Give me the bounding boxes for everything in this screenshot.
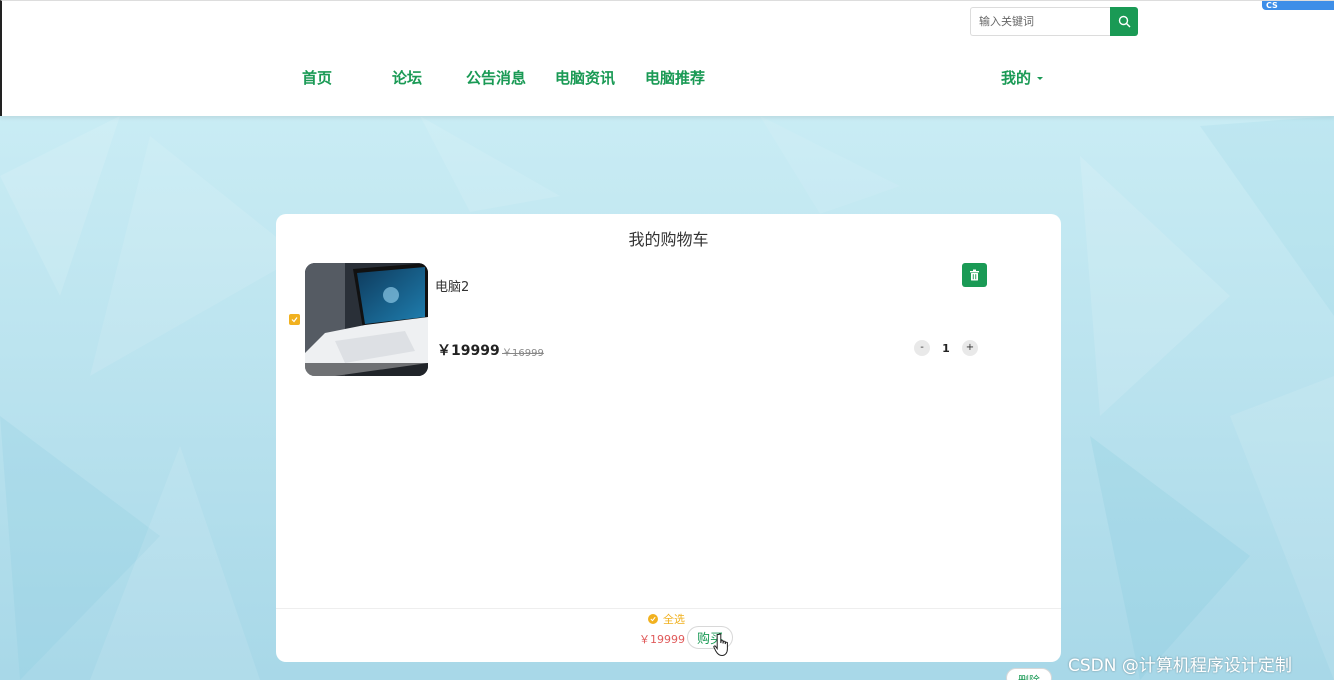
- nav-item-computer-recommend[interactable]: 电脑推荐: [645, 67, 705, 88]
- product-original-price: ￥16999: [502, 348, 544, 359]
- hand-cursor-icon: [713, 633, 728, 657]
- decrement-button[interactable]: -: [914, 340, 930, 356]
- chevron-down-icon: [1037, 77, 1044, 80]
- nav-item-home[interactable]: 首页: [302, 67, 332, 88]
- select-all-label: 全选: [663, 613, 685, 626]
- item-checkbox[interactable]: [289, 314, 300, 325]
- select-all-checkbox[interactable]: 全选: [648, 611, 685, 627]
- corner-badge[interactable]: CS: [1262, 1, 1334, 10]
- shopping-cart-panel: 我的购物车 电脑2 ￥19999 ￥16999 - 1 + 全选 ￥19999 …: [276, 214, 1061, 662]
- csdn-watermark: CSDN @计算机程序设计定制: [1068, 656, 1292, 676]
- search-icon: [1118, 15, 1130, 28]
- nav-item-forum[interactable]: 论坛: [392, 67, 422, 88]
- user-menu[interactable]: 我的: [1001, 67, 1044, 88]
- cart-footer-divider: [276, 608, 1061, 609]
- search-button[interactable]: [1110, 7, 1138, 36]
- check-icon: [291, 317, 298, 323]
- nav-item-computer-news[interactable]: 电脑资讯: [555, 67, 615, 88]
- delete-selected-button[interactable]: 删除: [1006, 668, 1052, 680]
- quantity-value[interactable]: 1: [930, 342, 962, 355]
- trash-icon: [970, 269, 979, 281]
- cart-title: 我的购物车: [628, 230, 709, 249]
- product-thumbnail[interactable]: [305, 263, 428, 376]
- main-nav: 首页 论坛 公告消息 电脑资讯 电脑推荐: [2, 67, 1334, 89]
- increment-button[interactable]: +: [962, 340, 978, 356]
- corner-badge-label: CS: [1266, 1, 1278, 10]
- product-price: ￥19999: [437, 343, 500, 359]
- product-name[interactable]: 电脑2: [435, 276, 469, 295]
- cart-total: ￥19999: [639, 633, 685, 646]
- nav-item-announcements[interactable]: 公告消息: [466, 67, 526, 88]
- laptop-image: [305, 263, 428, 376]
- delete-item-button[interactable]: [962, 263, 987, 287]
- search-input[interactable]: [970, 7, 1110, 36]
- search-box: [970, 7, 1138, 36]
- user-menu-label: 我的: [1001, 69, 1032, 87]
- top-header: CS 首页 论坛 公告消息 电脑资讯 电脑推荐 我的: [0, 0, 1334, 116]
- quantity-stepper: - 1 +: [914, 340, 978, 356]
- check-circle-icon: [648, 614, 658, 624]
